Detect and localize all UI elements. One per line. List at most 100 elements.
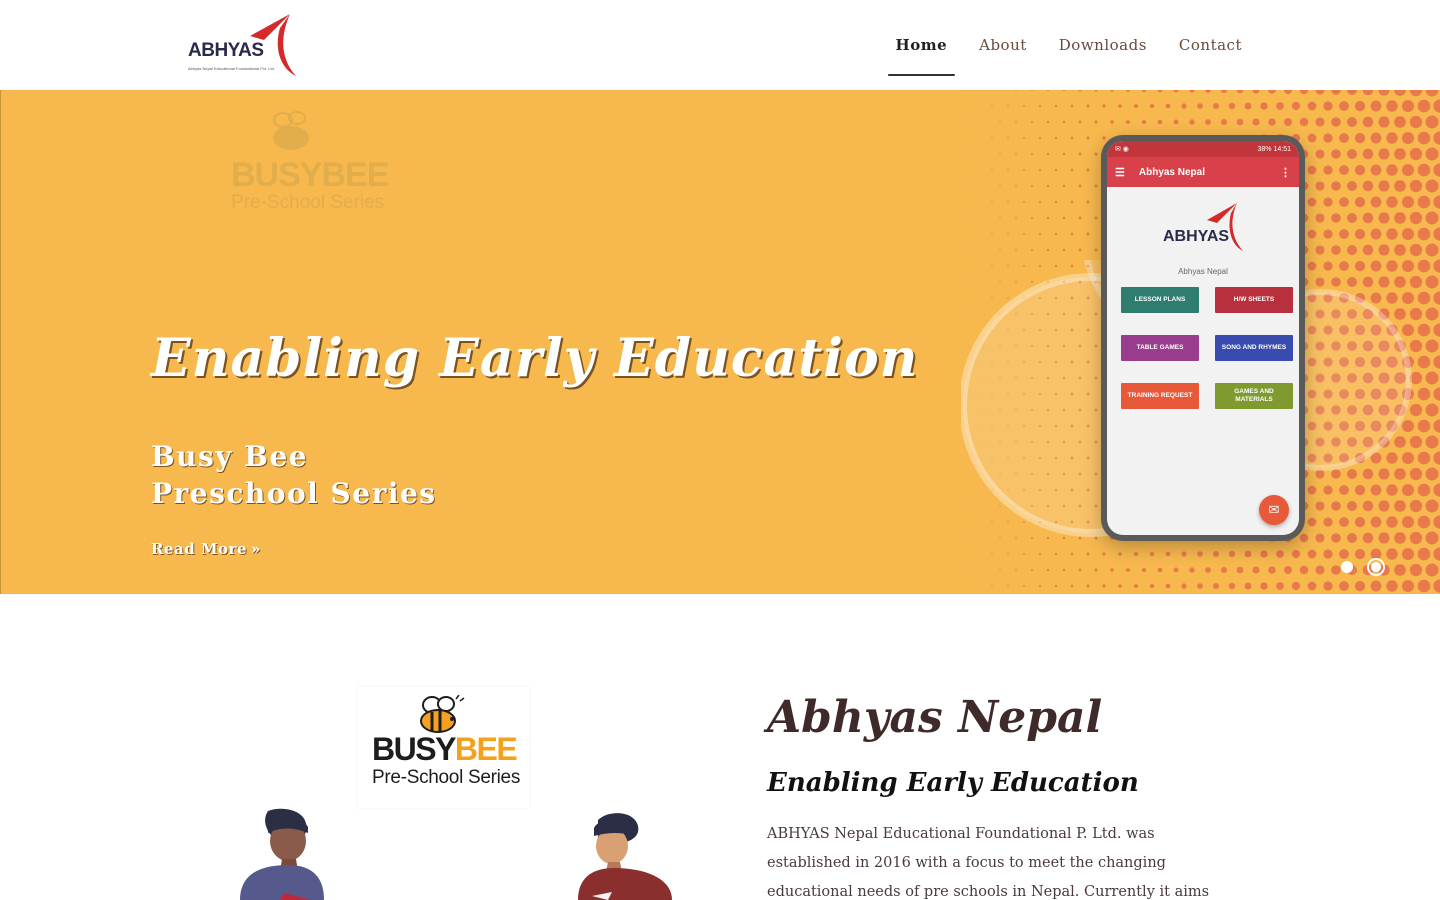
halftone-dot — [1102, 552, 1106, 556]
busybee-watermark: BUSYBEE Pre-School Series — [229, 110, 389, 220]
halftone-dot — [1339, 165, 1349, 175]
halftone-dot — [975, 137, 977, 139]
halftone-dot — [1425, 179, 1439, 193]
hw-sheets-button[interactable]: H/W SHEETS — [1215, 287, 1293, 313]
halftone-dot — [1007, 169, 1009, 171]
nav-downloads[interactable]: Downloads — [1051, 26, 1155, 64]
slide-indicator-2[interactable] — [1367, 558, 1385, 576]
halftone-dot — [1433, 419, 1440, 433]
halftone-dot — [1339, 581, 1349, 591]
halftone-dot — [1062, 90, 1066, 92]
halftone-dot — [1228, 582, 1236, 590]
halftone-dot — [1409, 211, 1423, 225]
mail-fab-icon[interactable]: ✉ — [1259, 495, 1289, 525]
halftone-dot — [1425, 307, 1439, 321]
halftone-dot — [1038, 552, 1042, 556]
halftone-dot — [1173, 90, 1179, 93]
halftone-dot — [1205, 119, 1211, 125]
halftone-dot — [1086, 136, 1090, 140]
halftone-dot — [1425, 531, 1439, 545]
halftone-dot — [1339, 229, 1349, 239]
nav-home[interactable]: Home — [887, 26, 956, 76]
halftone-dot — [1433, 131, 1440, 145]
halftone-dot — [1433, 99, 1440, 113]
halftone-dot — [1070, 584, 1074, 588]
games-materials-button[interactable]: GAMES AND MATERIALS — [1215, 383, 1293, 409]
halftone-dot — [1417, 163, 1431, 177]
halftone-dot — [1291, 101, 1301, 111]
status-battery-time: 38% 14:51 — [1257, 145, 1291, 153]
halftone-dot — [1291, 549, 1301, 559]
halftone-dot — [1023, 137, 1025, 139]
halftone-dot — [1409, 147, 1423, 161]
abhyas-logo[interactable]: ABHYAS Abhyas Nepal Educational Foundati… — [186, 12, 298, 78]
halftone-dot — [1401, 99, 1415, 113]
halftone-dot — [975, 105, 977, 107]
halftone-dot — [1362, 90, 1374, 96]
halftone-dot — [1054, 232, 1058, 236]
halftone-dot — [975, 585, 977, 587]
halftone-dot — [1394, 244, 1406, 256]
halftone-dot — [1126, 90, 1130, 92]
halftone-dot — [1046, 120, 1050, 124]
table-games-button[interactable]: TABLE GAMES — [1121, 335, 1199, 361]
halftone-dot — [1307, 197, 1317, 207]
halftone-dot — [1283, 90, 1293, 95]
halftone-dot — [1401, 195, 1415, 209]
hero-title: Enabling Early Education — [151, 328, 919, 389]
nav-about[interactable]: About — [971, 26, 1035, 64]
training-request-button[interactable]: TRAINING REQUEST — [1121, 383, 1199, 409]
halftone-dot — [1236, 90, 1244, 94]
more-vertical-icon[interactable]: ⋮ — [1280, 166, 1291, 179]
halftone-dot — [983, 249, 985, 251]
halftone-dot — [1038, 136, 1042, 140]
halftone-dot — [1425, 275, 1439, 289]
halftone-dot — [1409, 115, 1423, 129]
halftone-dot — [967, 569, 969, 571]
halftone-dot — [1015, 217, 1017, 219]
halftone-dot — [1078, 216, 1082, 220]
phone-mockup: ✉ ◉ 38% 14:51 ☰ Abhyas Nepal ⋮ ABHYAS Ab… — [1101, 135, 1305, 541]
halftone-dot — [1252, 90, 1260, 94]
halftone-dot — [1070, 168, 1074, 172]
halftone-dot — [999, 90, 1001, 91]
halftone-dot — [1346, 90, 1358, 96]
halftone-dot — [1110, 90, 1114, 92]
halftone-dot — [1323, 549, 1333, 559]
app-bar-title: Abhyas Nepal — [1138, 166, 1206, 178]
halftone-dot — [1252, 566, 1260, 574]
read-more-label: Read More — [151, 540, 247, 558]
read-more-link[interactable]: Read More» — [151, 540, 261, 558]
halftone-dot — [1362, 244, 1374, 256]
halftone-dot — [1228, 102, 1236, 110]
halftone-dot — [1078, 152, 1082, 156]
halftone-dot — [1023, 553, 1025, 555]
halftone-dot — [991, 553, 993, 555]
halftone-dot — [1260, 582, 1268, 590]
halftone-dot — [1157, 119, 1163, 125]
halftone-dot — [991, 137, 993, 139]
nav-contact[interactable]: Contact — [1171, 26, 1250, 64]
slide-indicator-1[interactable] — [1341, 561, 1353, 573]
halftone-dot — [1220, 118, 1228, 126]
phone-status-bar: ✉ ◉ 38% 14:51 — [1107, 141, 1299, 157]
halftone-dot — [1394, 90, 1406, 96]
hamburger-menu-icon[interactable]: ☰ — [1115, 166, 1125, 179]
halftone-dot — [1417, 131, 1431, 145]
halftone-dot — [1031, 185, 1033, 187]
app-logo: ABHYAS — [1107, 201, 1299, 261]
halftone-dot — [1173, 119, 1179, 125]
halftone-dot — [1370, 132, 1382, 144]
halftone-dot — [999, 185, 1001, 187]
halftone-dot — [967, 249, 969, 251]
halftone-dot — [991, 105, 993, 107]
halftone-dot — [1268, 90, 1276, 94]
lesson-plans-button[interactable]: LESSON PLANS — [1121, 287, 1199, 313]
halftone-dot — [1102, 584, 1106, 588]
halftone-dot — [1038, 584, 1042, 588]
halftone-dot — [1134, 104, 1138, 108]
halftone-dot — [975, 233, 977, 235]
song-rhymes-button[interactable]: SONG AND RHYMES — [1215, 335, 1293, 361]
halftone-dot — [1362, 116, 1374, 128]
halftone-dot — [1062, 120, 1066, 124]
